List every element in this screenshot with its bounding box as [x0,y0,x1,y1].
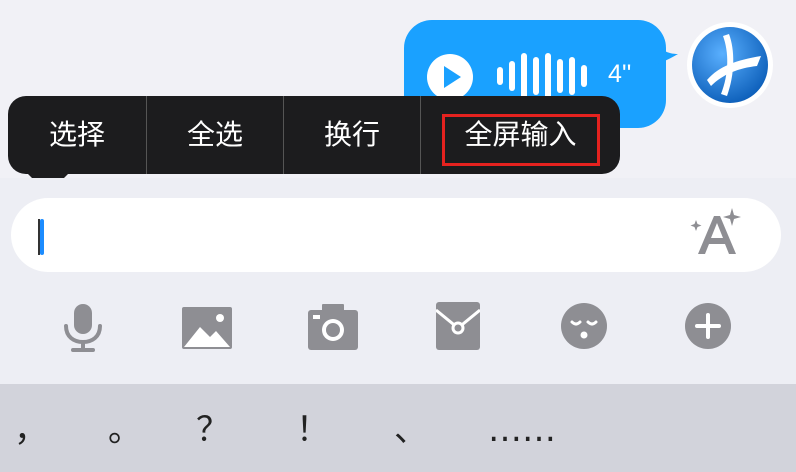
key-comma[interactable]: ， [14,410,48,450]
key-enumeration-comma[interactable]: 、 [394,410,428,450]
voice-waveform-icon [497,53,587,99]
key-period[interactable]: 。 [108,410,142,450]
key-ellipsis[interactable]: …… [488,410,556,450]
text-format-sparkle-icon[interactable] [688,206,744,262]
plus-icon[interactable] [684,302,732,350]
menu-item-newline[interactable]: 换行 [284,96,420,174]
bubble-tail [652,40,678,66]
emoji-icon[interactable] [560,302,608,350]
menu-item-select-all[interactable]: 全选 [147,96,283,174]
play-icon[interactable] [427,54,473,100]
key-question[interactable]: ？ [196,410,230,450]
camera-icon[interactable] [308,304,358,350]
red-envelope-icon[interactable] [436,302,480,350]
text-cursor [40,219,44,255]
menu-item-select[interactable]: 选择 [8,96,146,174]
key-exclamation[interactable]: ！ [296,410,330,450]
highlight-box [442,114,600,166]
message-input[interactable] [11,198,781,272]
microphone-icon[interactable] [60,302,106,352]
voice-duration: 4'' [608,60,632,88]
avatar[interactable] [687,22,773,108]
image-icon[interactable] [182,307,232,349]
